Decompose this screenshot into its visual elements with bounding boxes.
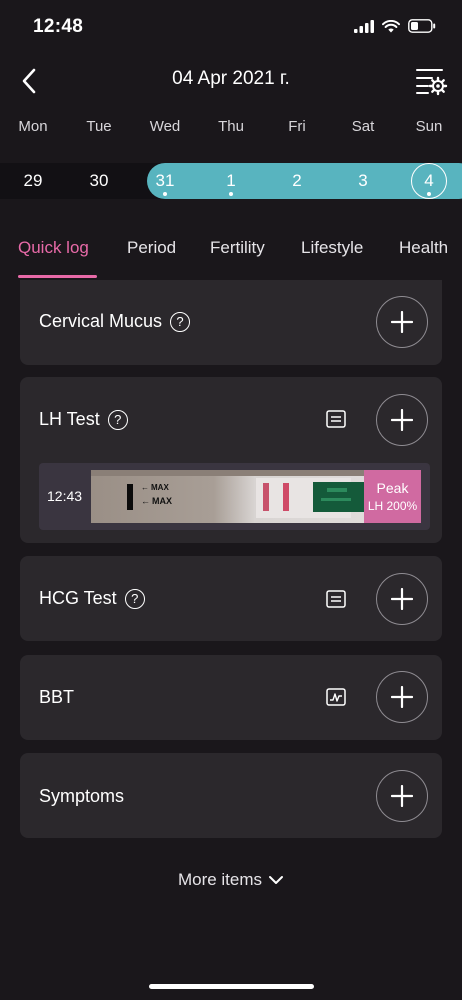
- peak-label: Peak: [376, 480, 409, 496]
- battery-icon: [408, 19, 436, 33]
- log-dot: [427, 192, 431, 196]
- plus-icon: [391, 588, 413, 610]
- lh-test-strip-image: ← MAX ← MAX: [91, 470, 364, 523]
- more-items-label: More items: [177, 870, 263, 889]
- hcg-notes-button[interactable]: [326, 590, 346, 613]
- strip-max-label: ←: [141, 496, 150, 506]
- strip-max-label: MAX: [152, 496, 172, 506]
- date-cell[interactable]: 1: [198, 163, 264, 199]
- log-dot: [163, 192, 167, 196]
- notes-icon: [326, 410, 346, 428]
- weekday-label: Sun: [415, 118, 443, 135]
- add-lh-test-button[interactable]: [376, 394, 428, 446]
- weekday-label: Tue: [86, 118, 112, 135]
- plus-icon: [391, 785, 413, 807]
- date-cell[interactable]: 31: [132, 163, 198, 199]
- add-hcg-test-button[interactable]: [376, 573, 428, 625]
- weekday-label: Wed: [149, 118, 181, 135]
- peak-value: LH 200%: [367, 499, 418, 513]
- hcg-test-title: HCG Test ?: [39, 588, 145, 609]
- home-indicator: [149, 984, 314, 989]
- weekday-label: Thu: [218, 118, 244, 135]
- help-icon[interactable]: ?: [124, 588, 145, 609]
- tab-period[interactable]: Period: [127, 238, 176, 258]
- plus-icon: [391, 686, 413, 708]
- date-strip: 29 30 31 1 2 3 4: [0, 163, 462, 199]
- lh-peak-badge: Peak LH 200%: [364, 470, 421, 523]
- log-dot: [229, 192, 233, 196]
- status-icons: [354, 19, 436, 33]
- weekday-header: Mon Tue Wed Thu Fri Sat Sun: [0, 118, 462, 135]
- add-cervical-mucus-button[interactable]: [376, 296, 428, 348]
- signal-icon: [354, 19, 374, 33]
- more-items-button[interactable]: More items: [0, 870, 462, 890]
- cervical-mucus-title: Cervical Mucus ?: [39, 311, 191, 332]
- strip-max-label: MAX: [151, 483, 169, 492]
- symptoms-title: Symptoms: [39, 786, 125, 806]
- sliders-gear-icon: [416, 69, 448, 96]
- date-cell[interactable]: 29: [0, 163, 66, 199]
- chevron-down-icon: [269, 876, 284, 884]
- tab-health[interactable]: Health: [399, 238, 448, 258]
- weekday-label: Fri: [288, 118, 306, 135]
- date-cell-selected[interactable]: 4: [396, 163, 462, 199]
- notes-icon: [326, 590, 346, 608]
- bbt-title: BBT: [39, 687, 75, 707]
- status-time: 12:48: [33, 16, 84, 37]
- lh-notes-button[interactable]: [326, 410, 346, 433]
- tab-fertility[interactable]: Fertility: [210, 238, 265, 258]
- weekday-label: Mon: [18, 118, 48, 135]
- weekday-label: Sat: [351, 118, 375, 135]
- help-icon[interactable]: ?: [107, 409, 128, 430]
- plus-icon: [391, 409, 413, 431]
- tab-lifestyle[interactable]: Lifestyle: [301, 238, 363, 258]
- plus-icon: [391, 311, 413, 333]
- bbt-chart-button[interactable]: [326, 688, 346, 711]
- active-tab-indicator: [18, 275, 97, 278]
- help-icon[interactable]: ?: [170, 311, 191, 332]
- tab-quick-log[interactable]: Quick log: [18, 238, 89, 258]
- lh-entry-time: 12:43: [47, 488, 83, 504]
- date-cell[interactable]: 3: [330, 163, 396, 199]
- wifi-icon: [382, 19, 400, 32]
- add-symptoms-button[interactable]: [376, 770, 428, 822]
- chart-icon: [326, 688, 346, 706]
- add-bbt-button[interactable]: [376, 671, 428, 723]
- strip-max-label: ←: [141, 483, 149, 492]
- lh-test-title: LH Test ?: [39, 409, 128, 430]
- date-cell[interactable]: 2: [264, 163, 330, 199]
- settings-button[interactable]: [414, 66, 448, 98]
- page-title: 04 Apr 2021 г.: [172, 68, 290, 89]
- date-cell[interactable]: 30: [66, 163, 132, 199]
